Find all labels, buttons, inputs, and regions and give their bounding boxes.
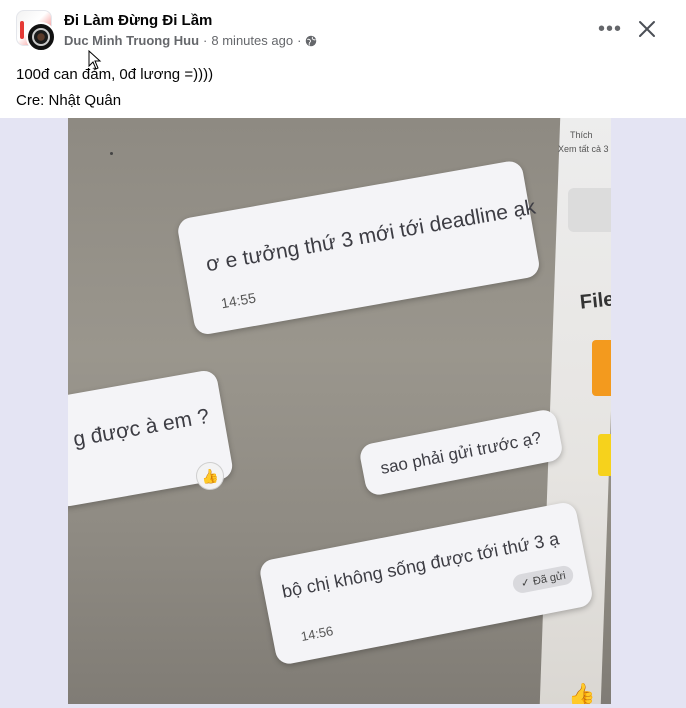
close-icon: [639, 21, 655, 37]
photo-panel-text: Thích: [570, 130, 593, 140]
chat-bubble-text: ơ e tưởng thứ 3 mới tới deadline ạk: [204, 195, 538, 277]
post-card: Đi Làm Đừng Đi Lầm Duc Minh Truong Huu ·…: [0, 0, 686, 708]
photo-panel-text: Xem tất cả 3: [558, 144, 609, 154]
caption-line: Cre: Nhật Quân: [16, 92, 122, 109]
chat-bubble-text: g được à em ?: [71, 404, 211, 452]
meta-separator: ·: [297, 33, 302, 48]
mouse-cursor-icon: [88, 50, 102, 70]
group-name-link[interactable]: Đi Làm Đừng Đi Lầm: [64, 12, 212, 29]
author-link[interactable]: Duc Minh Truong Huu: [64, 33, 199, 48]
thumbs-up-icon: 👍: [568, 682, 596, 704]
photo-speck: [110, 152, 113, 155]
photo-panel-file-label: File: [578, 288, 611, 314]
more-options-button[interactable]: •••: [596, 17, 624, 41]
post-meta: Duc Minh Truong Huu · 8 minutes ago ·: [64, 33, 317, 48]
globe-icon[interactable]: [305, 35, 317, 47]
avatar-stack[interactable]: [16, 10, 56, 52]
chat-bubble-time: 14:56: [299, 623, 335, 645]
group-logo-mark: [20, 21, 24, 39]
avatar-image: [32, 28, 50, 46]
photo-panel-block: [568, 188, 611, 232]
caption-line: 100đ can đảm, 0đ lương =)))): [16, 66, 214, 83]
photo-panel-orange-icon: [592, 340, 611, 396]
chat-bubble-time: 14:55: [219, 289, 258, 312]
post-media[interactable]: Thích Xem tất cả 3 File ơ e tưởng thứ 3 …: [0, 118, 686, 708]
meta-separator: ·: [203, 33, 208, 48]
post-photo[interactable]: Thích Xem tất cả 3 File ơ e tưởng thứ 3 …: [68, 118, 611, 704]
post-timestamp[interactable]: 8 minutes ago: [211, 33, 293, 48]
avatar[interactable]: [26, 22, 56, 52]
close-button[interactable]: [632, 14, 662, 44]
more-icon: •••: [597, 17, 622, 40]
photo-panel-yellow-icon: [598, 434, 611, 476]
sent-status-badge: ✓ Đã gửi: [511, 564, 576, 595]
post-header: Đi Làm Đừng Đi Lầm Duc Minh Truong Huu ·…: [0, 0, 686, 58]
post-caption: 100đ can đảm, 0đ lương =)))) Cre: Nhật Q…: [16, 62, 213, 114]
